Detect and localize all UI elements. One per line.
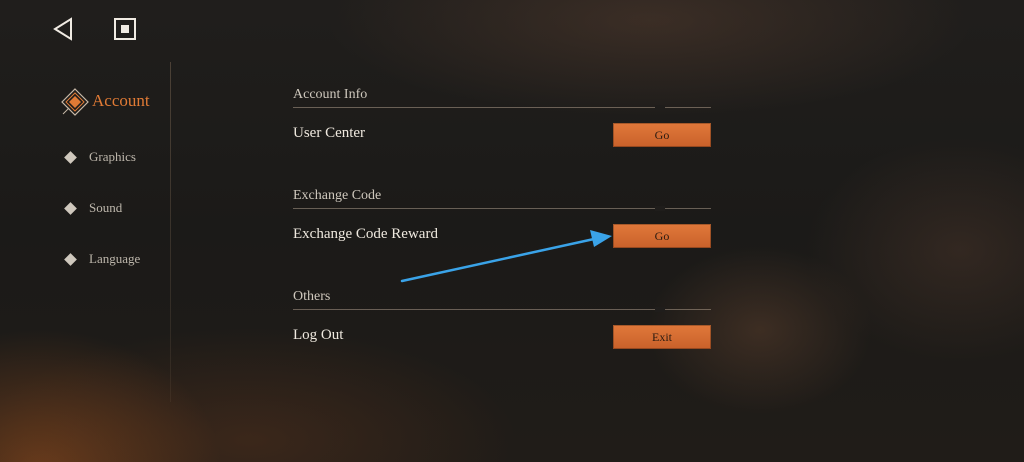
sidebar-item-graphics[interactable]: Graphics (64, 149, 136, 165)
sidebar-item-label: Sound (89, 200, 123, 215)
section-title-others: Others (293, 289, 331, 304)
diamond-icon (64, 252, 77, 266)
user-center-label: User Center (293, 125, 366, 141)
log-out-label: Log Out (293, 327, 344, 343)
sidebar-item-account[interactable]: Account (60, 87, 150, 116)
exchange-code-go-button[interactable]: Go (613, 224, 711, 248)
section-title-account-info: Account Info (293, 87, 368, 102)
sidebar-item-language[interactable]: Language (64, 251, 141, 267)
sidebar-divider (170, 62, 171, 402)
back-triangle-icon (53, 17, 72, 41)
square-home-icon (114, 18, 136, 40)
sidebar-item-sound[interactable]: Sound (64, 200, 123, 216)
sidebar-item-label: Account (92, 91, 150, 110)
diamond-icon (64, 201, 77, 215)
section-title-exchange-code: Exchange Code (293, 188, 382, 203)
section-divider (293, 206, 711, 211)
back-button[interactable] (48, 14, 78, 44)
active-diamond-icon (60, 87, 89, 116)
diamond-icon (64, 150, 77, 164)
annotation-arrow-icon (400, 230, 612, 283)
section-divider (293, 307, 711, 312)
home-button[interactable] (110, 14, 140, 44)
sidebar-item-label: Graphics (89, 149, 136, 164)
log-out-exit-button[interactable]: Exit (613, 325, 711, 349)
user-center-go-button[interactable]: Go (613, 123, 711, 147)
section-divider (293, 105, 711, 110)
sidebar-item-label: Language (89, 251, 141, 266)
